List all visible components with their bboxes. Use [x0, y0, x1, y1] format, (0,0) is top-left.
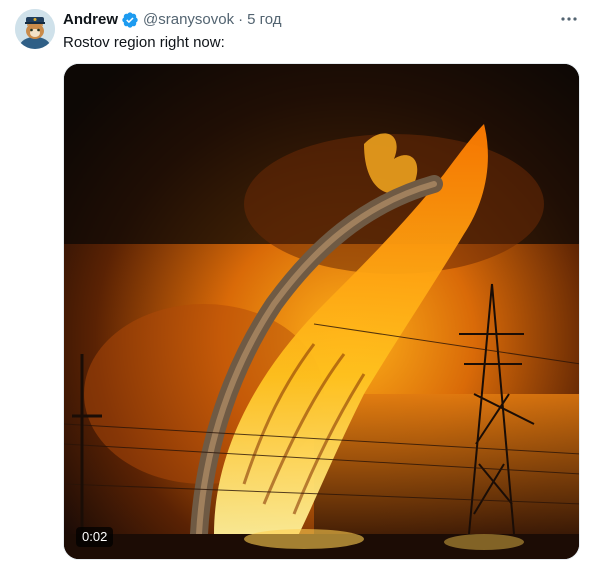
author-handle[interactable]: @sranysovok: [143, 10, 234, 30]
author-name[interactable]: Andrew: [63, 10, 118, 30]
avatar-image: [15, 9, 55, 49]
separator-dot: ·: [238, 11, 244, 28]
timestamp[interactable]: 5 год: [247, 10, 281, 30]
tweet-text: Rostov region right now:: [63, 34, 225, 51]
more-options-icon[interactable]: [558, 9, 580, 29]
video-player[interactable]: 0:02: [63, 63, 580, 560]
tweet: Andrew @sranysovok · 5 год Rostov region…: [0, 0, 598, 568]
video-duration-badge: 0:02: [76, 527, 114, 547]
tweet-header: Andrew @sranysovok · 5 год: [63, 10, 578, 30]
video-frame: [64, 64, 579, 559]
verified-badge-icon: [121, 11, 139, 29]
avatar[interactable]: [15, 9, 55, 49]
